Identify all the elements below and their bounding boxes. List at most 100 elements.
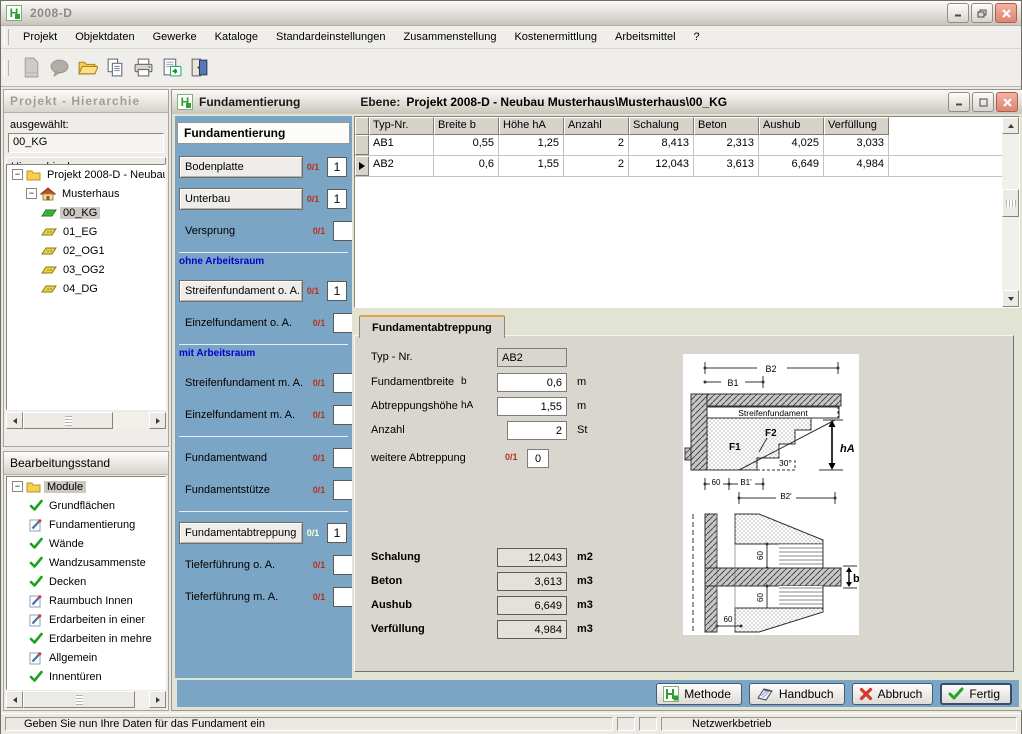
module-item-grundfl-chen[interactable]: Grundflächen — [46, 500, 118, 512]
count-input[interactable]: 1 — [327, 523, 347, 543]
count-input[interactable] — [333, 221, 352, 241]
progress-panel-title: Bearbeitungsstand — [4, 452, 168, 475]
minimize-button[interactable] — [947, 3, 969, 23]
menu-item-item[interactable]: ? — [685, 28, 709, 46]
scroll-left-button[interactable] — [6, 412, 23, 429]
sidebar-button-bodenplatte[interactable]: Bodenplatte — [179, 156, 303, 178]
export-icon[interactable] — [158, 55, 184, 81]
tree-node-project[interactable]: Projekt 2008-D - Neubau — [44, 169, 166, 181]
column-header-verf-llung[interactable]: Verfüllung — [824, 117, 889, 135]
scroll-right-button[interactable] — [149, 412, 166, 429]
toolbar-grip[interactable] — [4, 60, 9, 76]
column-header-typ-nr[interactable]: Typ-Nr. — [369, 117, 434, 135]
scroll-right-button[interactable] — [149, 691, 166, 708]
menu-item-objektdaten[interactable]: Objektdaten — [66, 28, 143, 46]
fund-minimize-button[interactable] — [948, 92, 970, 112]
count-input[interactable] — [333, 405, 352, 425]
count-input[interactable] — [333, 448, 352, 468]
close-button[interactable] — [995, 3, 1017, 23]
selected-value-field[interactable]: 00_KG — [8, 133, 164, 153]
tree-node-01-eg[interactable]: 01_EG — [60, 226, 100, 238]
count-input[interactable] — [333, 373, 352, 393]
tree-node-03-og2[interactable]: 03_OG2 — [60, 264, 108, 276]
label-b: b — [853, 573, 859, 585]
column-header-anzahl[interactable]: Anzahl — [564, 117, 629, 135]
column-header-breite-b[interactable]: Breite b — [434, 117, 499, 135]
menu-item-zusammenstellung[interactable]: Zusammenstellung — [395, 28, 506, 46]
fertig-button[interactable]: Fertig — [940, 683, 1012, 705]
sidebar-button-fundamentabtreppung[interactable]: Fundamentabtreppung — [179, 522, 303, 544]
tree-expander-icon[interactable]: − — [12, 481, 23, 492]
methode-button[interactable]: Methode — [656, 683, 742, 705]
count-input[interactable] — [333, 480, 352, 500]
module-item-wandzusammenste[interactable]: Wandzusammenste — [46, 557, 149, 569]
module-item-raumbuch-innen[interactable]: Raumbuch Innen — [46, 595, 136, 607]
module-item-decken[interactable]: Decken — [46, 576, 89, 588]
menu-item-kostenermittlung[interactable]: Kostenermittlung — [505, 28, 606, 46]
field-input-abtreppungsh-he[interactable]: 1,55 — [497, 397, 567, 416]
field-input-weitere-abtreppung[interactable]: 0 — [527, 449, 549, 468]
module-item-w-nde[interactable]: Wände — [46, 538, 87, 550]
column-header-aushub[interactable]: Aushub — [759, 117, 824, 135]
module-item-erdarbeiten-in-mehre[interactable]: Erdarbeiten in mehre — [46, 633, 155, 645]
menu-item-standardeinstellungen[interactable]: Standardeinstellungen — [267, 28, 394, 46]
print-icon[interactable] — [130, 55, 156, 81]
tree-node-04-dg[interactable]: 04_DG — [60, 283, 101, 295]
count-input[interactable]: 1 — [327, 281, 347, 301]
module-item-innent-ren[interactable]: Innentüren — [46, 671, 105, 683]
restore-button[interactable] — [971, 3, 993, 23]
scroll-thumb[interactable] — [23, 691, 135, 708]
pencil-icon — [29, 651, 43, 665]
table-row[interactable]: AB10,551,2528,4132,3134,0253,033 — [355, 135, 1002, 156]
count-input[interactable]: 1 — [327, 157, 347, 177]
hierarchy-hscrollbar[interactable] — [6, 412, 166, 429]
progress-hscrollbar[interactable] — [6, 691, 166, 708]
count-input[interactable]: 1 — [327, 189, 347, 209]
tree-expander-icon[interactable]: − — [26, 188, 37, 199]
module-root[interactable]: Module — [44, 481, 86, 493]
column-header-beton[interactable]: Beton — [694, 117, 759, 135]
scroll-thumb[interactable] — [1002, 189, 1019, 217]
menu-item-kataloge[interactable]: Kataloge — [206, 28, 267, 46]
menu-item-projekt[interactable]: Projekt — [14, 28, 66, 46]
column-header-schalung[interactable]: Schalung — [629, 117, 694, 135]
menu-item-arbeitsmittel[interactable]: Arbeitsmittel — [606, 28, 685, 46]
tab-fundamentabtreppung[interactable]: Fundamentabtreppung — [359, 315, 505, 338]
fund-maximize-button[interactable] — [972, 92, 994, 112]
module-item-erdarbeiten-in-einer[interactable]: Erdarbeiten in einer — [46, 614, 148, 626]
handbuch-button[interactable]: Handbuch — [749, 683, 845, 705]
menu-item-gewerke[interactable]: Gewerke — [144, 28, 206, 46]
tree-node-02-og1[interactable]: 02_OG1 — [60, 245, 108, 257]
sidebar-button-unterbau[interactable]: Unterbau — [179, 188, 303, 210]
field-input-anzahl[interactable]: 2 — [507, 421, 567, 440]
table-row[interactable]: AB20,61,55212,0433,6136,6494,984 — [355, 156, 1002, 177]
count-input[interactable] — [333, 587, 352, 607]
tree-node-musterhaus[interactable]: Musterhaus — [59, 188, 122, 200]
field-sublabel: hA — [461, 400, 473, 411]
fund-window-title: Fundamentierung — [199, 95, 300, 109]
count-input[interactable] — [333, 313, 352, 333]
abbruch-button[interactable]: Abbruch — [852, 683, 934, 705]
column-header-h-he-ha[interactable]: Höhe hA — [499, 117, 564, 135]
scroll-down-button[interactable] — [1002, 290, 1019, 307]
module-item-fundamentierung[interactable]: Fundamentierung — [46, 519, 138, 531]
open-folder-icon[interactable] — [74, 55, 100, 81]
scroll-up-button[interactable] — [1002, 117, 1019, 134]
tree-expander-icon[interactable]: − — [12, 169, 23, 180]
tree-node-00-kg[interactable]: 00_KG — [60, 207, 100, 219]
fund-close-button[interactable] — [996, 92, 1018, 112]
copy-icon[interactable] — [102, 55, 128, 81]
exit-icon[interactable] — [186, 55, 212, 81]
scroll-left-button[interactable] — [6, 691, 23, 708]
sidebar-button-streifenfundament-o-a[interactable]: Streifenfundament o. A. — [179, 280, 303, 302]
tree-row: − Module — [7, 477, 165, 496]
scroll-thumb[interactable] — [23, 412, 113, 429]
sidebar-label-streifenfundament-m-a: Streifenfundament m. A. — [179, 377, 309, 389]
status-cell-1 — [617, 717, 635, 731]
field-input-fundamentbreite[interactable]: 0,6 — [497, 373, 567, 392]
module-item-allgemein[interactable]: Allgemein — [46, 652, 100, 664]
band-label: Streifenfundament — [738, 408, 808, 418]
table-vscrollbar[interactable] — [1002, 117, 1019, 307]
count-input[interactable] — [333, 555, 352, 575]
menu-grip[interactable] — [4, 29, 9, 45]
